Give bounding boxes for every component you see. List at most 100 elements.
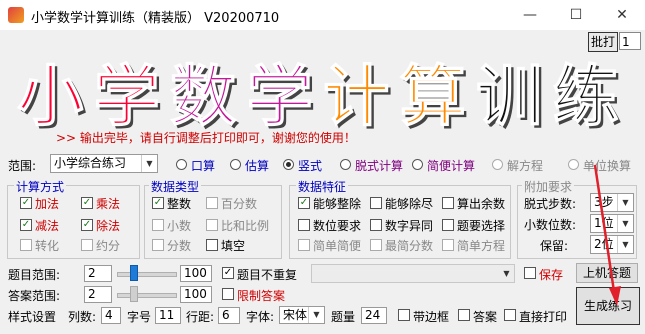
window-title: 小学数学计算训练（精装版） V20200710 (31, 11, 280, 26)
data-type-label: 填空 (221, 239, 246, 253)
calc-method-label: 除法 (96, 219, 121, 233)
status-message: >> 输出完毕，请自行调整后打印即可，谢谢您的使用！ (56, 131, 356, 145)
data-feature-label: 题要选择 (457, 219, 506, 233)
range-label: 范围: (8, 159, 37, 173)
data-type-checkbox[interactable]: ✓ (152, 197, 164, 209)
data-type-title: 数据类型 (149, 178, 202, 195)
calc-method-label: 加法 (35, 197, 60, 211)
range-radio-label: 简便计算 (427, 159, 476, 173)
calc-method-checkbox[interactable]: ✓ (81, 197, 93, 209)
font-size-label: 字号 (127, 310, 152, 324)
range-radio-5[interactable] (492, 159, 503, 170)
data-feature-checkbox[interactable] (370, 197, 382, 209)
banner-char: 数 (170, 58, 236, 132)
minimize-button[interactable]: — (507, 0, 553, 30)
style-label: 样式设置 (8, 310, 57, 324)
cols-input[interactable]: 4 (101, 307, 121, 324)
answer-slider-track[interactable] (117, 293, 177, 298)
range-select-value: 小学综合练习 (54, 156, 127, 170)
direct-print-label: 直接打印 (519, 310, 568, 324)
range-radio-label: 解方程 (507, 159, 544, 173)
border-checkbox[interactable] (398, 309, 410, 321)
calc-method-checkbox[interactable]: ✓ (81, 219, 93, 231)
direct-print-checkbox[interactable] (504, 309, 516, 321)
no-duplicate-checkbox[interactable]: ✓ (222, 267, 234, 279)
extra-row-label: 脱式步数: (524, 197, 577, 211)
answer-min-input[interactable]: 2 (84, 286, 112, 303)
chevron-down-icon: ▼ (141, 155, 157, 172)
answer-label: 答案 (473, 310, 498, 324)
range-radio-label: 脱式计算 (355, 159, 404, 173)
data-feature-checkbox[interactable] (442, 239, 454, 251)
range-radio-2[interactable] (283, 159, 294, 170)
line-spacing-input[interactable]: 6 (218, 307, 240, 324)
data-type-checkbox[interactable] (206, 197, 218, 209)
batch-print-button[interactable]: 批打 (588, 32, 618, 52)
banner-logo: 小小学学数数学学计计算算训训练练 (12, 57, 624, 138)
border-label: 带边框 (413, 310, 450, 324)
range-radio-6[interactable] (568, 159, 579, 170)
data-feature-checkbox[interactable] (370, 219, 382, 231)
calc-method-label: 约分 (96, 239, 121, 253)
answer-range-label: 答案范围: (8, 289, 61, 303)
data-type-label: 百分数 (221, 197, 258, 211)
save-label: 保存 (539, 268, 564, 282)
question-slider-thumb[interactable] (129, 265, 138, 281)
data-type-checkbox[interactable] (206, 239, 218, 251)
range-radio-1[interactable] (230, 159, 241, 170)
range-radio-0[interactable] (176, 159, 187, 170)
data-feature-checkbox[interactable] (370, 239, 382, 251)
question-range-label: 题目范围: (8, 268, 61, 282)
question-min-input[interactable]: 2 (84, 265, 112, 282)
cols-label: 列数: (68, 310, 97, 324)
chevron-down-icon: ▼ (503, 269, 510, 278)
close-button[interactable]: ✕ (599, 0, 645, 30)
range-select[interactable]: 小学综合练习 ▼ (50, 154, 158, 173)
data-feature-label: 数位要求 (313, 219, 362, 233)
calc-method-checkbox[interactable] (81, 239, 93, 251)
banner-char: 训 (476, 58, 542, 132)
count-label: 题量 (331, 310, 356, 324)
line-spacing-label: 行距: (186, 310, 215, 324)
calc-method-title: 计算方式 (14, 178, 67, 195)
chevron-down-icon: ▼ (308, 307, 324, 323)
extra-title: 附加要求 (522, 178, 575, 195)
calc-method-checkbox[interactable]: ✓ (20, 197, 32, 209)
data-feature-checkbox[interactable]: ✓ (298, 197, 310, 209)
question-slider-track[interactable] (117, 272, 177, 277)
data-feature-label: 能够整除 (313, 197, 362, 211)
data-type-label: 分数 (167, 239, 192, 253)
question-max-input[interactable]: 100 (180, 265, 212, 282)
calc-method-checkbox[interactable] (20, 239, 32, 251)
range-radio-3[interactable] (340, 159, 351, 170)
answer-checkbox[interactable] (458, 309, 470, 321)
data-feature-checkbox[interactable] (442, 219, 454, 231)
limit-answer-checkbox[interactable] (222, 288, 234, 300)
data-type-label: 整数 (167, 197, 192, 211)
print-count-input[interactable]: 1 (619, 32, 641, 50)
calc-method-label: 减法 (35, 219, 60, 233)
range-radio-4[interactable] (412, 159, 423, 170)
count-input[interactable]: 24 (361, 307, 387, 324)
data-feature-label: 最简分数 (385, 239, 434, 253)
font-label: 字体: (246, 310, 275, 324)
data-feature-checkbox[interactable] (298, 239, 310, 251)
template-select[interactable]: ▼ (311, 264, 515, 283)
data-type-checkbox[interactable] (152, 239, 164, 251)
data-type-label: 小数 (167, 219, 192, 233)
maximize-button[interactable]: ☐ (553, 0, 599, 30)
data-feature-label: 简单简便 (313, 239, 362, 253)
calc-method-label: 转化 (35, 239, 60, 253)
answer-max-input[interactable]: 100 (180, 286, 212, 303)
data-type-checkbox[interactable] (152, 219, 164, 231)
font-size-input[interactable]: 11 (155, 307, 181, 324)
answer-slider-thumb[interactable] (129, 286, 138, 302)
range-radio-label: 竖式 (298, 159, 323, 173)
font-select[interactable]: 宋体 ▼ (279, 306, 325, 324)
data-type-checkbox[interactable] (206, 219, 218, 231)
save-checkbox[interactable] (524, 267, 536, 279)
data-feature-checkbox[interactable] (442, 197, 454, 209)
data-feature-checkbox[interactable] (298, 219, 310, 231)
banner-char: 学 (94, 58, 160, 132)
calc-method-checkbox[interactable]: ✓ (20, 219, 32, 231)
